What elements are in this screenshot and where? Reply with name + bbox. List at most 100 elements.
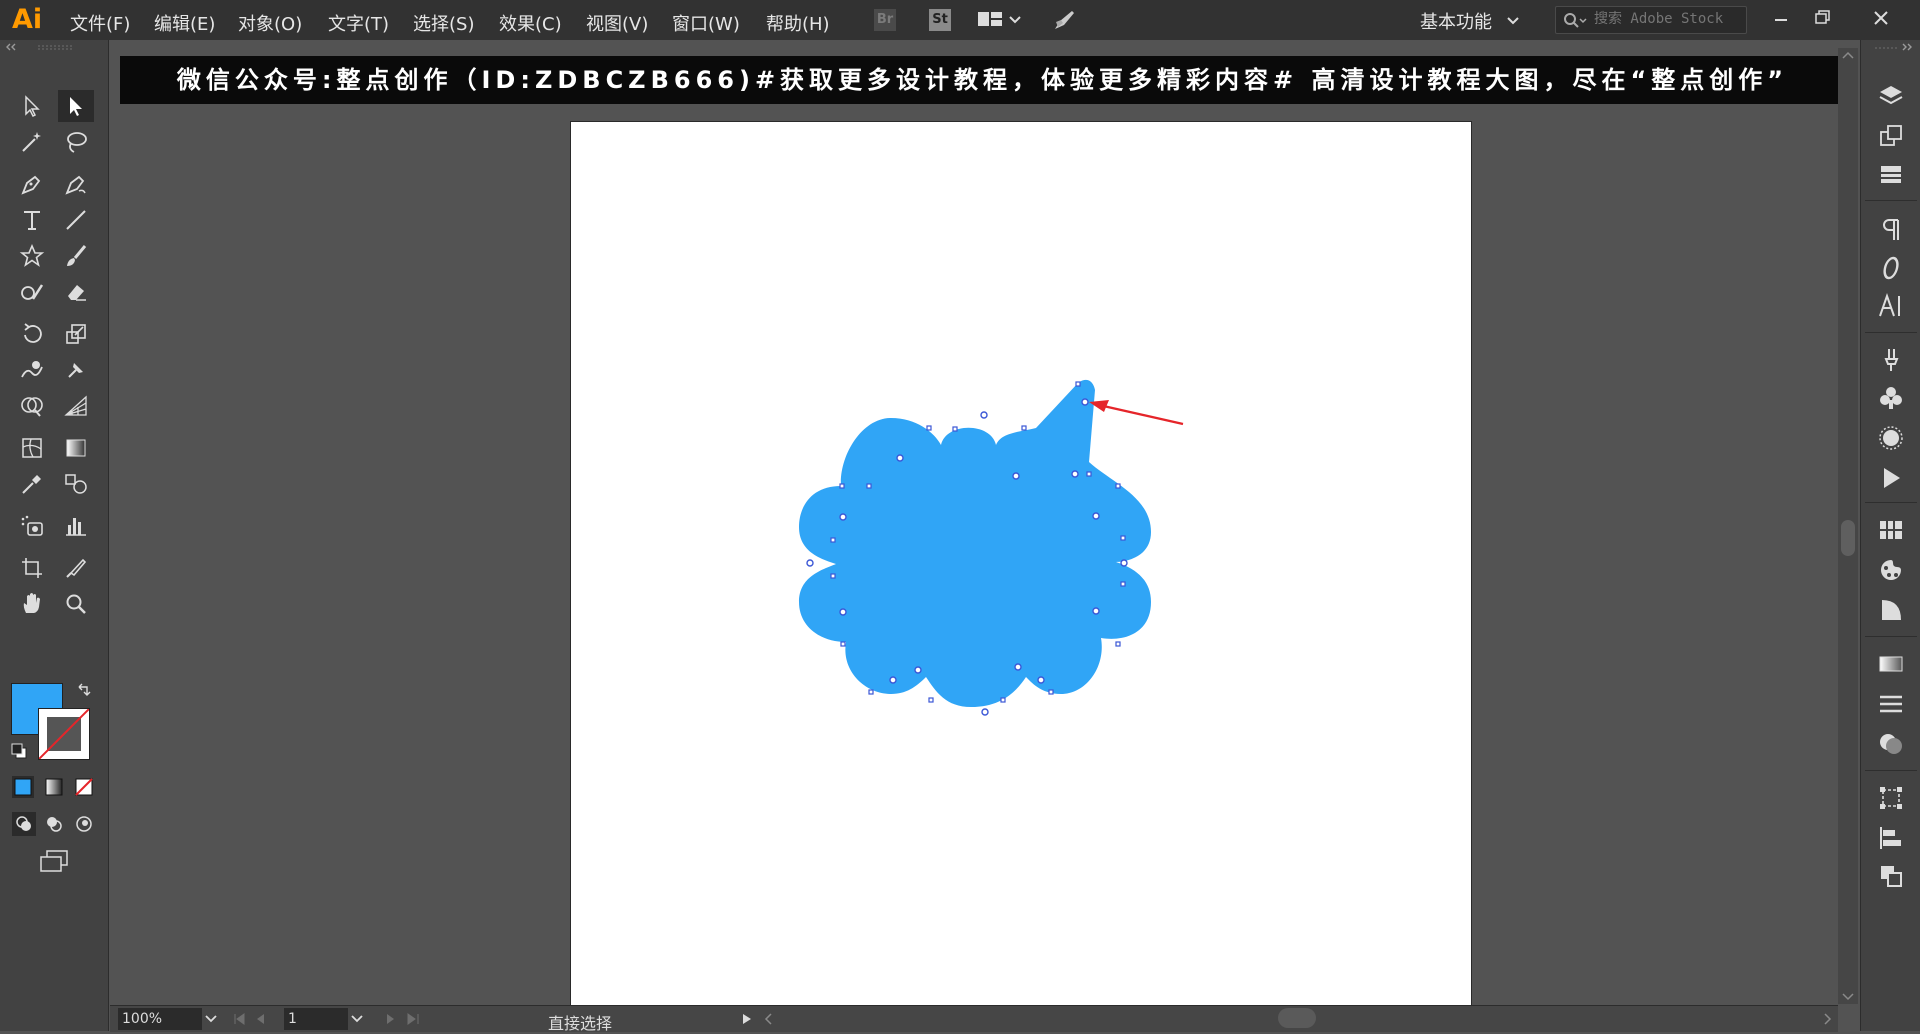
cc-libraries-icon[interactable] [1877,160,1905,188]
artboard-dropdown-icon[interactable] [350,1012,364,1026]
arrange-documents-icon[interactable] [976,9,1022,35]
curvature-tool-icon[interactable] [58,168,94,200]
actions-play-icon[interactable] [1877,464,1905,492]
column-graph-tool-icon[interactable] [58,510,94,542]
symbol-sprayer-tool-icon[interactable] [14,510,50,542]
zoom-field[interactable]: 100% [118,1008,202,1030]
close-icon [1874,11,1888,25]
transparency-icon[interactable] [1877,730,1905,758]
panel-dock [1860,40,1920,1031]
current-tool-status: 直接选择 [548,1014,613,1033]
vertical-scrollbar[interactable] [1838,48,1858,1004]
pathfinder-icon[interactable] [1877,862,1905,890]
character-icon[interactable] [1877,292,1905,320]
workspace-switcher[interactable]: 基本功能 [1420,8,1492,34]
minimize-icon [1775,19,1787,21]
swatches-icon[interactable] [1877,516,1905,544]
draw-normal-button[interactable] [12,812,36,836]
type-tool-icon[interactable] [14,204,50,236]
status-menu-play-icon[interactable] [740,1012,754,1026]
bridge-icon[interactable]: Br [874,9,896,31]
menu-window[interactable]: 窗口(W) [672,10,740,36]
graphic-styles-icon[interactable] [1877,424,1905,452]
gradient-tool-icon[interactable] [58,432,94,464]
stroke-swatch[interactable] [38,708,90,760]
first-prev-artboard-icon[interactable] [232,1012,278,1026]
menu-file[interactable]: 文件(F) [70,10,130,36]
pen-tool-icon[interactable] [14,168,50,200]
perspective-grid-tool-icon[interactable] [58,390,94,422]
artwork-canvas[interactable] [571,122,1471,1010]
collapse-dock-icon[interactable] [1861,40,1920,52]
artboards-icon[interactable] [1877,122,1905,150]
zoom-tool-icon[interactable] [58,588,94,620]
color-mode-button[interactable] [12,776,34,798]
line-segment-tool-icon[interactable] [58,204,94,236]
next-last-artboard-icon[interactable] [382,1012,428,1026]
align-icon[interactable] [1877,824,1905,852]
menu-edit[interactable]: 编辑(E) [154,10,215,36]
eyedropper-tool-icon[interactable] [14,468,50,500]
zoom-dropdown-icon[interactable] [204,1012,218,1026]
gradient-panel-icon[interactable] [1877,650,1905,678]
blend-tool-icon[interactable] [58,468,94,500]
color-icon[interactable] [1877,596,1905,624]
lasso-tool-icon[interactable] [58,126,94,158]
rotate-tool-icon[interactable] [14,318,50,350]
draw-behind-button[interactable] [42,812,66,836]
slice-tool-icon[interactable] [58,552,94,584]
star-tool-icon[interactable] [14,240,50,272]
draw-inside-button[interactable] [72,812,96,836]
artboard-number-field[interactable]: 1 [284,1008,348,1030]
swap-fill-stroke-icon[interactable] [76,682,92,702]
restore-button[interactable] [1808,4,1838,32]
search-input[interactable] [1592,10,1746,28]
opentype-icon[interactable] [1877,254,1905,282]
gradient-mode-button[interactable] [43,776,65,798]
screen-mode-button[interactable] [38,848,72,874]
scroll-left-icon[interactable] [762,1012,776,1026]
artboard[interactable] [570,121,1472,1011]
transform-icon[interactable] [1877,784,1905,812]
scroll-right-icon[interactable] [1820,1012,1834,1026]
stock-search[interactable] [1555,6,1747,34]
chevron-down-icon[interactable] [1506,12,1520,31]
selected-flower-shape[interactable] [799,379,1151,707]
close-button[interactable] [1866,4,1896,32]
paragraph-icon[interactable] [1877,216,1905,244]
warp-tool-icon[interactable] [14,354,50,386]
direct-selection-tool-icon[interactable] [58,90,94,122]
menu-object[interactable]: 对象(O) [238,10,302,36]
selection-tool-icon[interactable] [14,90,50,122]
shaper-tool-icon[interactable] [14,276,50,308]
stock-icon[interactable]: St [929,9,951,31]
magic-wand-tool-icon[interactable] [14,126,50,158]
stroke-panel-icon[interactable] [1877,690,1905,718]
brushes-icon[interactable] [1877,346,1905,374]
gpu-rocket-icon[interactable] [1052,8,1078,36]
puppet-warp-tool-icon[interactable] [58,354,94,386]
default-fill-stroke-icon[interactable] [10,742,28,764]
vertical-scrollbar-track[interactable] [1838,48,1858,1004]
menu-select[interactable]: 选择(S) [413,10,474,36]
collapse-panel-icon[interactable] [0,40,108,52]
mesh-tool-icon[interactable] [14,432,50,464]
layers-icon[interactable] [1877,82,1905,110]
symbols-icon[interactable] [1877,384,1905,412]
hand-tool-icon[interactable] [14,588,50,620]
minimize-button[interactable] [1766,4,1796,32]
artboard-tool-icon[interactable] [14,552,50,584]
menu-view[interactable]: 视图(V) [586,10,648,36]
tools-panel [0,40,109,1031]
menu-type[interactable]: 文字(T) [328,10,389,36]
draw-normal-icon [16,816,31,831]
paintbrush-tool-icon[interactable] [58,240,94,272]
scale-tool-icon[interactable] [58,318,94,350]
shape-builder-tool-icon[interactable] [14,390,50,422]
color-guide-icon[interactable] [1877,556,1905,584]
menu-effect[interactable]: 效果(C) [499,10,562,36]
horizontal-scrollbar-thumb[interactable] [1278,1008,1316,1028]
menu-help[interactable]: 帮助(H) [766,10,830,36]
eraser-tool-icon[interactable] [58,276,94,308]
none-mode-button[interactable] [73,776,95,798]
